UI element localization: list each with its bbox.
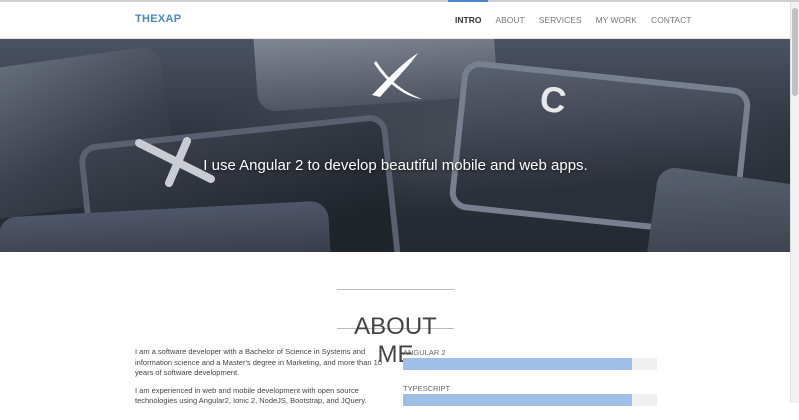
about-title-frame: ABOUT ME (337, 289, 454, 368)
page-scrollbar[interactable] (790, 2, 799, 403)
about-text: I am a software developer with a Bachelo… (135, 347, 385, 414)
skill-progress-fill (403, 394, 632, 406)
skill-label: TYPESCRIPT (403, 384, 451, 393)
skills-panel: ANGULAR 2 TYPESCRIPT (403, 348, 657, 420)
nav-item-services[interactable]: SERVICES (532, 2, 589, 38)
navbar: THEXAP INTRO ABOUT SERVICES MY WORK CONT… (0, 0, 791, 39)
about-paragraph: I am a software developer with a Bachelo… (135, 347, 382, 377)
about-paragraph: I am experienced in web and mobile devel… (135, 385, 367, 406)
hero-tagline: I use Angular 2 to develop beautiful mob… (203, 157, 588, 174)
brand-logo[interactable]: THEXAP (135, 13, 181, 25)
hero-banner: C I use Angular 2 to develop beautiful m… (0, 39, 791, 252)
nav-item-intro[interactable]: INTRO (448, 0, 489, 38)
skill-item: ANGULAR 2 (403, 348, 657, 370)
nav-item-about[interactable]: ABOUT (488, 2, 531, 38)
skill-progress-bar (403, 394, 657, 406)
nav-item-contact[interactable]: CONTACT (644, 2, 698, 38)
skill-progress-fill (403, 358, 632, 370)
nav-menu: INTRO ABOUT SERVICES MY WORK CONTACT (448, 0, 698, 38)
nav-item-my-work[interactable]: MY WORK (589, 2, 644, 38)
keyboard-key-image (642, 165, 791, 252)
scrollbar-thumb[interactable] (792, 8, 798, 96)
x-logo-icon (372, 53, 422, 99)
skill-progress-bar (403, 358, 657, 370)
skill-label: ANGULAR 2 (403, 348, 446, 357)
